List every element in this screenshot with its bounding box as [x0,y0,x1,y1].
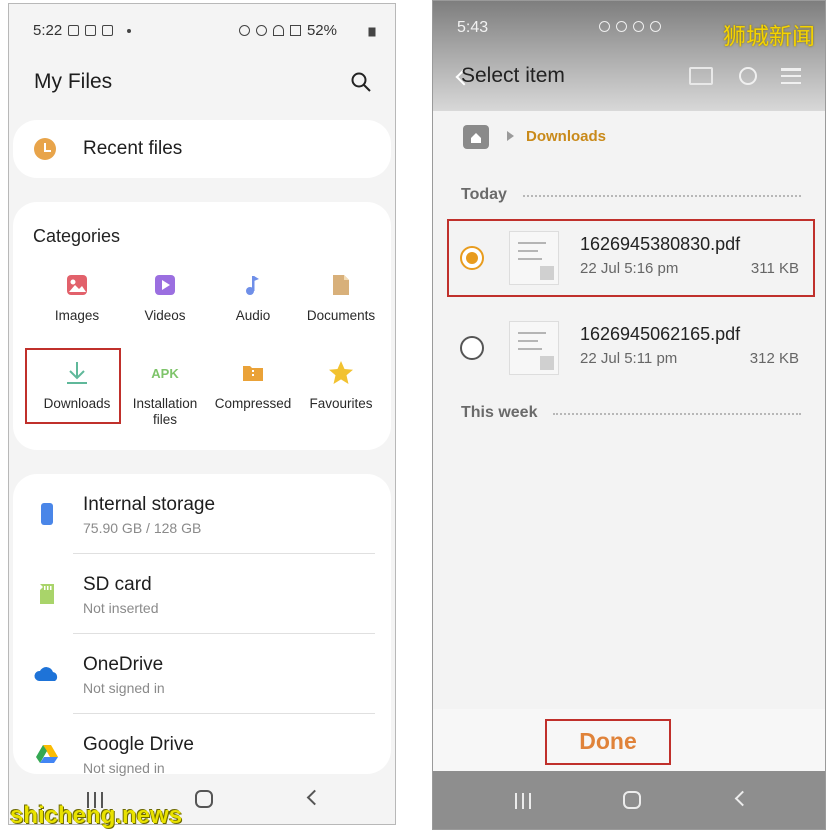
wifi-icon [633,21,644,32]
page-title: My Files [34,70,113,93]
archive-icon [240,360,266,386]
category-label: Audio [235,308,271,323]
section-this-week: This week [461,404,538,421]
breadcrumb-downloads[interactable]: Downloads [526,128,606,145]
back-icon[interactable] [734,790,751,807]
selected-file-highlight-box [447,219,815,297]
onedrive-icon [34,667,58,681]
navigation-bar [433,771,825,829]
radio-unselected[interactable] [460,336,484,360]
download-icon [64,360,90,386]
apk-icon: APK [151,360,179,386]
category-installation-files[interactable]: APK Installation files [119,360,211,428]
category-label: Installation files [132,396,198,427]
hotspot-icon [255,25,267,36]
recent-files-label: Recent files [83,138,183,159]
recent-apps-icon[interactable] [515,793,531,809]
status-bar-left: 5:22 [33,22,132,39]
music-note-icon [240,272,266,298]
document-icon [328,272,354,298]
category-videos[interactable]: Videos [119,272,211,324]
battery-level: 52% [306,22,337,39]
hotspot-icon [616,21,627,32]
breadcrumb-separator-icon [507,131,514,141]
storage-sd-card[interactable]: SD card Not inserted [13,554,391,634]
storage-name: Google Drive [83,734,194,755]
recent-files-item[interactable]: Recent files [13,120,391,178]
section-today: Today [461,186,507,203]
message-notification-icon [102,25,114,36]
category-label: Images [54,308,100,323]
app-notification-icon [85,25,97,36]
signal-icon [289,25,301,36]
home-icon[interactable] [195,790,213,808]
expand-icon [540,356,554,370]
alarm-icon [599,21,610,32]
watermark-chinese: 狮城新闻 [723,24,815,50]
category-label: Compressed [214,396,292,411]
status-time: 5:22 [33,22,63,39]
storage-name: SD card [83,574,152,595]
google-drive-icon [36,745,58,763]
sd-card-icon [40,584,54,604]
signal-icon [650,21,661,32]
storage-card: Internal storage 75.90 GB / 128 GB SD ca… [13,474,391,776]
file-date: 22 Jul 5:11 pm [580,350,678,367]
home-icon[interactable] [623,791,641,809]
cast-icon[interactable] [689,67,713,85]
section-divider [553,413,801,415]
more-notifications-icon [127,28,132,33]
file-size: 312 KB [749,350,799,367]
search-icon[interactable] [351,72,371,92]
category-audio[interactable]: Audio [207,272,299,324]
home-folder-icon[interactable] [463,125,489,149]
category-documents[interactable]: Documents [295,272,387,324]
image-icon [64,272,90,298]
storage-status: 75.90 GB / 128 GB [83,520,202,536]
category-label: Videos [144,308,186,323]
status-icons [599,21,661,32]
apk-icon-text: APK [151,365,179,381]
phone-storage-icon [41,503,53,525]
list-view-icon[interactable] [781,68,801,84]
done-button[interactable]: Done [545,728,671,755]
file-name: 1626945062165.pdf [580,324,741,344]
select-item-screen: 5:43 狮城新闻 Select item Downloads Today 16… [432,0,826,830]
category-label: Documents [306,308,376,323]
pdf-thumbnail [509,321,559,375]
storage-status: Not signed in [83,760,165,776]
battery-icon [368,27,376,37]
my-files-screen: 5:22 52% My Files Recent files Categorie… [8,3,396,825]
categories-title: Categories [33,226,121,246]
clock-icon [34,138,56,160]
category-images[interactable]: Images [31,272,123,324]
alarm-icon [238,25,250,36]
storage-name: OneDrive [83,654,164,675]
file-row[interactable]: 1626945062165.pdf 22 Jul 5:11 pm 312 KB [433,305,825,393]
page-title: Select item [461,64,565,87]
storage-internal[interactable]: Internal storage 75.90 GB / 128 GB [13,474,391,554]
back-icon[interactable] [306,789,323,806]
storage-status: Not inserted [83,600,159,616]
status-bar-right: 52% [238,22,337,39]
status-time: 5:43 [457,19,489,36]
section-divider [523,195,801,197]
gallery-notification-icon [68,25,80,36]
video-icon [152,272,178,298]
categories-card: Categories Images Videos Audio Documents… [13,202,391,450]
category-favourites[interactable]: Favourites [295,360,387,412]
star-icon [328,360,354,386]
category-compressed[interactable]: Compressed [207,360,299,412]
storage-onedrive[interactable]: OneDrive Not signed in [13,634,391,714]
storage-status: Not signed in [83,680,165,696]
search-icon[interactable] [739,67,757,85]
watermark-english: shicheng.news [10,802,183,829]
category-label: Favourites [309,396,373,411]
category-downloads[interactable]: Downloads [31,360,123,412]
category-label: Downloads [43,396,111,411]
storage-name: Internal storage [83,494,216,515]
wifi-icon [272,25,284,36]
